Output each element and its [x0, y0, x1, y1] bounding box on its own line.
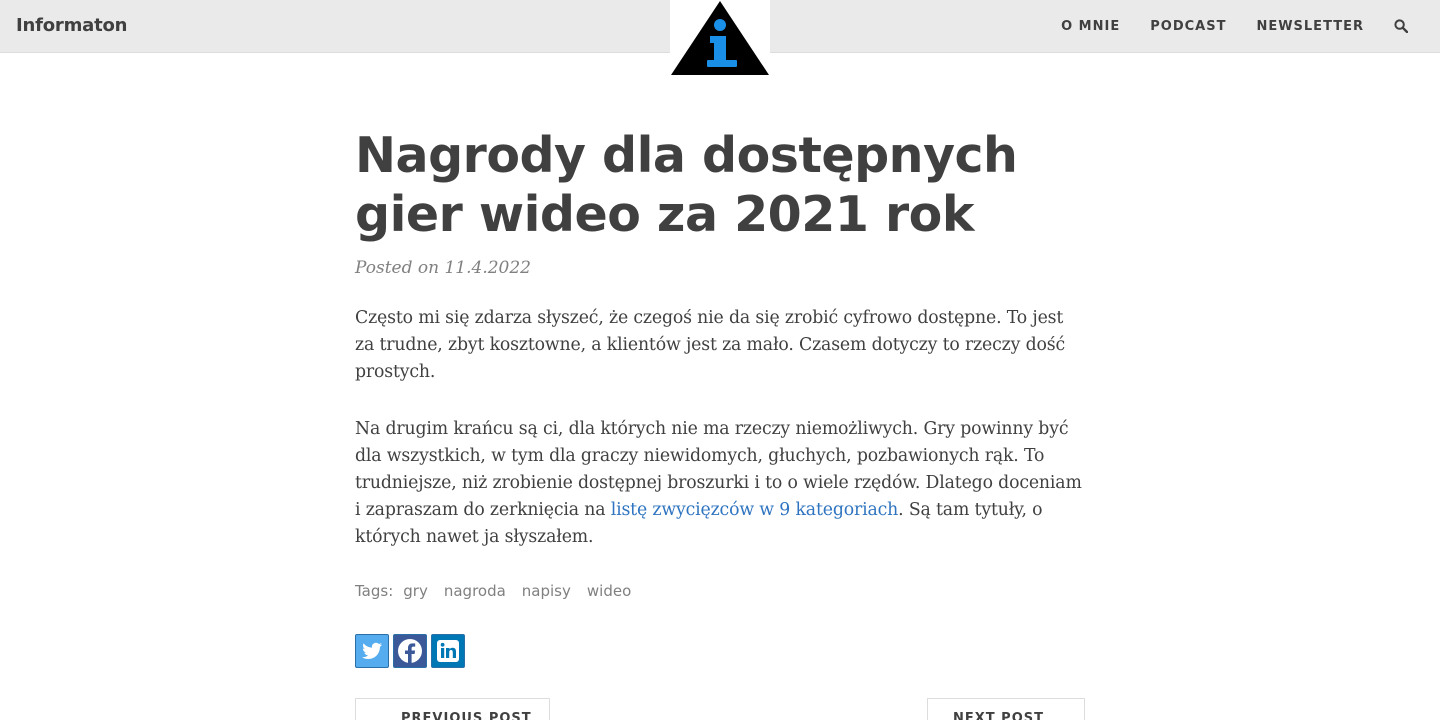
- twitter-icon: [362, 642, 382, 659]
- post-paragraph-2: Na drugim krańcu są ci, dla których nie …: [355, 416, 1085, 551]
- site-logo[interactable]: [670, 0, 770, 76]
- previous-post-button[interactable]: PREVIOUS POST: [355, 698, 550, 720]
- post-title-line-1: Nagrody dla dostępnych: [355, 127, 1018, 184]
- nav-item-podcast[interactable]: PODCAST: [1150, 19, 1226, 34]
- tags-label: Tags:: [355, 582, 394, 600]
- nav-item-o-mnie[interactable]: O MNIE: [1061, 19, 1120, 34]
- tag-link-gry[interactable]: gry: [403, 582, 428, 600]
- search-button[interactable]: [1394, 18, 1410, 35]
- main-nav: O MNIE PODCAST NEWSLETTER: [1061, 0, 1440, 53]
- share-linkedin-button[interactable]: [431, 634, 465, 668]
- tag-link-nagroda[interactable]: nagroda: [444, 582, 506, 600]
- post-tags: Tags: gry nagroda napisy wideo: [355, 582, 631, 600]
- post-header: Nagrody dla dostępnych gier wideo za 202…: [355, 126, 1085, 278]
- info-triangle-logo-icon: [671, 1, 769, 75]
- facebook-icon: [398, 639, 422, 663]
- post-title: Nagrody dla dostępnych gier wideo za 202…: [355, 126, 1085, 244]
- share-facebook-button[interactable]: [393, 634, 427, 668]
- post-title-line-2: gier wideo za 2021 rok: [355, 186, 974, 243]
- tag-link-napisy[interactable]: napisy: [522, 582, 571, 600]
- share-buttons: [355, 634, 469, 668]
- tag-link-wideo[interactable]: wideo: [587, 582, 631, 600]
- winners-list-link[interactable]: listę zwycięzców w 9 kategoriach: [611, 500, 899, 520]
- site-brand-link[interactable]: Informaton: [16, 15, 127, 36]
- post-date: Posted on 11.4.2022: [355, 258, 531, 278]
- next-post-button[interactable]: NEXT POST: [927, 698, 1085, 720]
- nav-item-newsletter[interactable]: NEWSLETTER: [1256, 19, 1364, 34]
- linkedin-icon: [437, 640, 459, 662]
- share-twitter-button[interactable]: [355, 634, 389, 668]
- search-icon: [1394, 18, 1409, 33]
- post-paragraph-1: Często mi się zdarza słyszeć, że czegoś …: [355, 308, 1065, 382]
